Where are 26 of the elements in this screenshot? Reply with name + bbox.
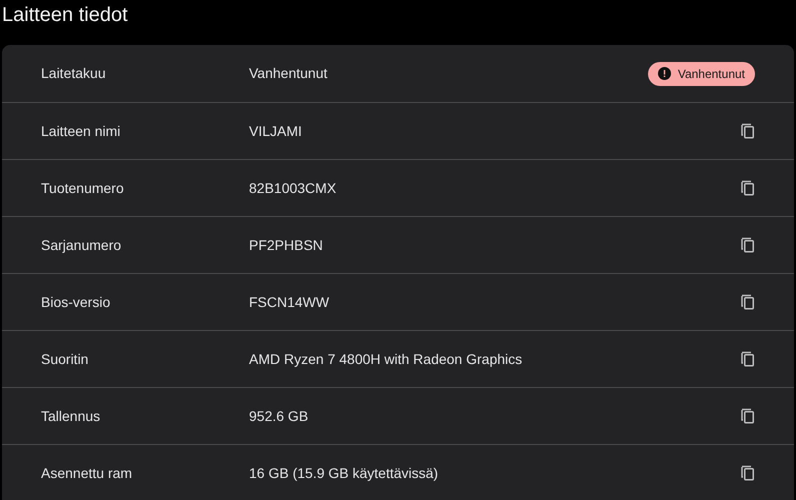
field-label: Bios-versio [41, 292, 112, 312]
field-value: AMD Ryzen 7 4800H with Radeon Graphics [249, 350, 524, 369]
field-label: Suoritin [41, 350, 90, 368]
field-label: Sarjanumero [41, 236, 122, 255]
page-title: Laitteen tiedot [1, 3, 129, 28]
field-label: Tallennus [41, 406, 102, 426]
field-value: 82B1003CMX [249, 178, 338, 198]
copy-icon [741, 237, 755, 253]
copy-icon [741, 408, 755, 424]
status-badge: Vanhentunut [648, 62, 755, 86]
copy-icon [741, 294, 755, 310]
field-value: PF2PHBSN [249, 236, 324, 254]
field-label: Tuotenumero [41, 178, 125, 198]
alert-icon [658, 67, 671, 80]
field-value: Vanhentunut [249, 64, 328, 83]
field-label: Laitteen nimi [41, 122, 122, 140]
field-value: VILJAMI [249, 122, 303, 140]
copy-icon [741, 180, 755, 196]
field-label: Laitetakuu [41, 64, 107, 83]
field-value: FSCN14WW [249, 292, 330, 312]
field-value: 16 GB (15.9 GB käytettävissä) [249, 464, 440, 483]
field-value: 952.6 GB [249, 406, 310, 426]
copy-icon [741, 351, 755, 367]
field-label: Asennettu ram [41, 464, 134, 482]
copy-icon [741, 123, 755, 139]
copy-icon [741, 465, 755, 481]
